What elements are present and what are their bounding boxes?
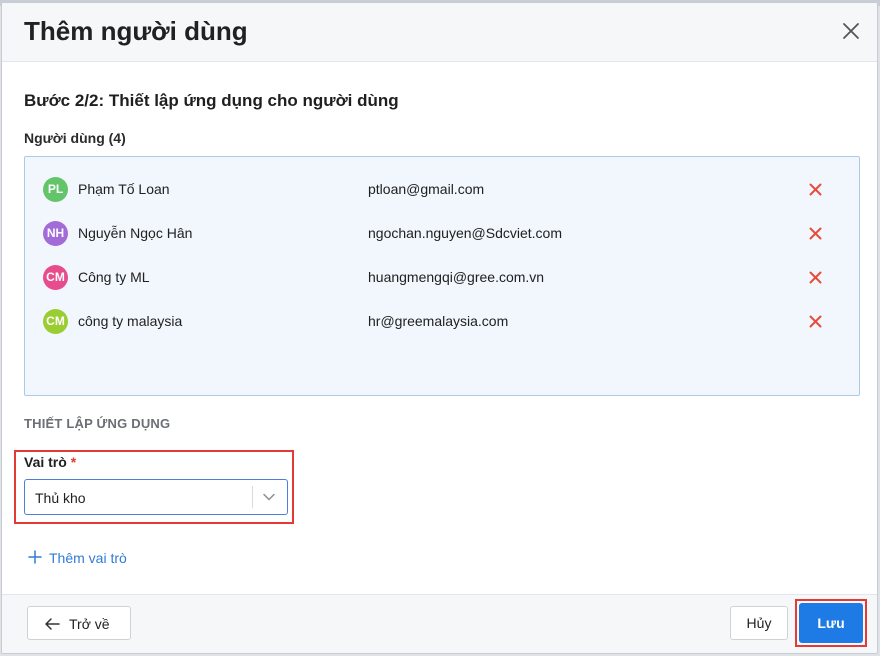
- avatar: CM: [43, 265, 68, 290]
- user-name: Phạm Tố Loan: [78, 181, 170, 197]
- close-icon: [809, 315, 822, 328]
- remove-user-button[interactable]: [809, 227, 822, 240]
- role-label: Vai trò *: [24, 454, 76, 470]
- user-row: CM Công ty ML huangmengqi@gree.com.vn: [25, 263, 859, 293]
- close-icon: [809, 271, 822, 284]
- close-button[interactable]: [839, 19, 863, 43]
- add-user-dialog: Thêm người dùng Bước 2/2: Thiết lập ứng …: [1, 2, 878, 654]
- cancel-button[interactable]: Hủy: [730, 606, 788, 640]
- user-row: NH Nguyễn Ngọc Hân ngochan.nguyen@Sdcvie…: [25, 219, 859, 249]
- remove-user-button[interactable]: [809, 183, 822, 196]
- plus-icon: [28, 550, 42, 564]
- role-select-value: Thủ kho: [35, 490, 86, 506]
- user-row: PL Phạm Tố Loan ptloan@gmail.com: [25, 175, 859, 205]
- back-button[interactable]: Trở về: [27, 606, 131, 640]
- close-icon: [809, 227, 822, 240]
- add-role-label: Thêm vai trò: [49, 550, 127, 566]
- user-name: Công ty ML: [78, 269, 150, 285]
- remove-user-button[interactable]: [809, 315, 822, 328]
- user-name: công ty malaysia: [78, 313, 183, 329]
- user-name: Nguyễn Ngọc Hân: [78, 225, 193, 241]
- selected-users-list: PL Phạm Tố Loan ptloan@gmail.com NH Nguy…: [24, 156, 860, 396]
- role-label-text: Vai trò: [24, 454, 67, 470]
- select-divider: [252, 486, 253, 508]
- user-email: huangmengqi@gree.com.vn: [368, 269, 545, 285]
- arrow-left-icon: [45, 618, 60, 630]
- required-mark: *: [70, 454, 77, 470]
- dialog-header: Thêm người dùng: [2, 3, 877, 62]
- dialog-footer: Trở về Hủy Lưu: [2, 594, 877, 653]
- remove-user-button[interactable]: [809, 271, 822, 284]
- dialog-title: Thêm người dùng: [24, 16, 248, 46]
- step-title: Bước 2/2: Thiết lập ứng dụng cho người d…: [24, 91, 399, 110]
- avatar: PL: [43, 177, 68, 202]
- close-icon: [843, 23, 859, 39]
- save-button[interactable]: Lưu: [799, 603, 863, 643]
- avatar: CM: [43, 309, 68, 334]
- user-email: ngochan.nguyen@Sdcviet.com: [368, 225, 562, 241]
- user-email: ptloan@gmail.com: [368, 181, 485, 197]
- chevron-down-icon: [263, 493, 275, 501]
- user-email: hr@greemalaysia.com: [368, 313, 509, 329]
- back-button-label: Trở về: [69, 616, 110, 632]
- avatar: NH: [43, 221, 68, 246]
- users-count-label: Người dùng (4): [24, 130, 126, 146]
- user-row: CM công ty malaysia hr@greemalaysia.com: [25, 307, 859, 337]
- role-select[interactable]: Thủ kho: [24, 479, 288, 515]
- app-setup-section-label: THIẾT LẬP ỨNG DỤNG: [24, 416, 171, 431]
- close-icon: [809, 183, 822, 196]
